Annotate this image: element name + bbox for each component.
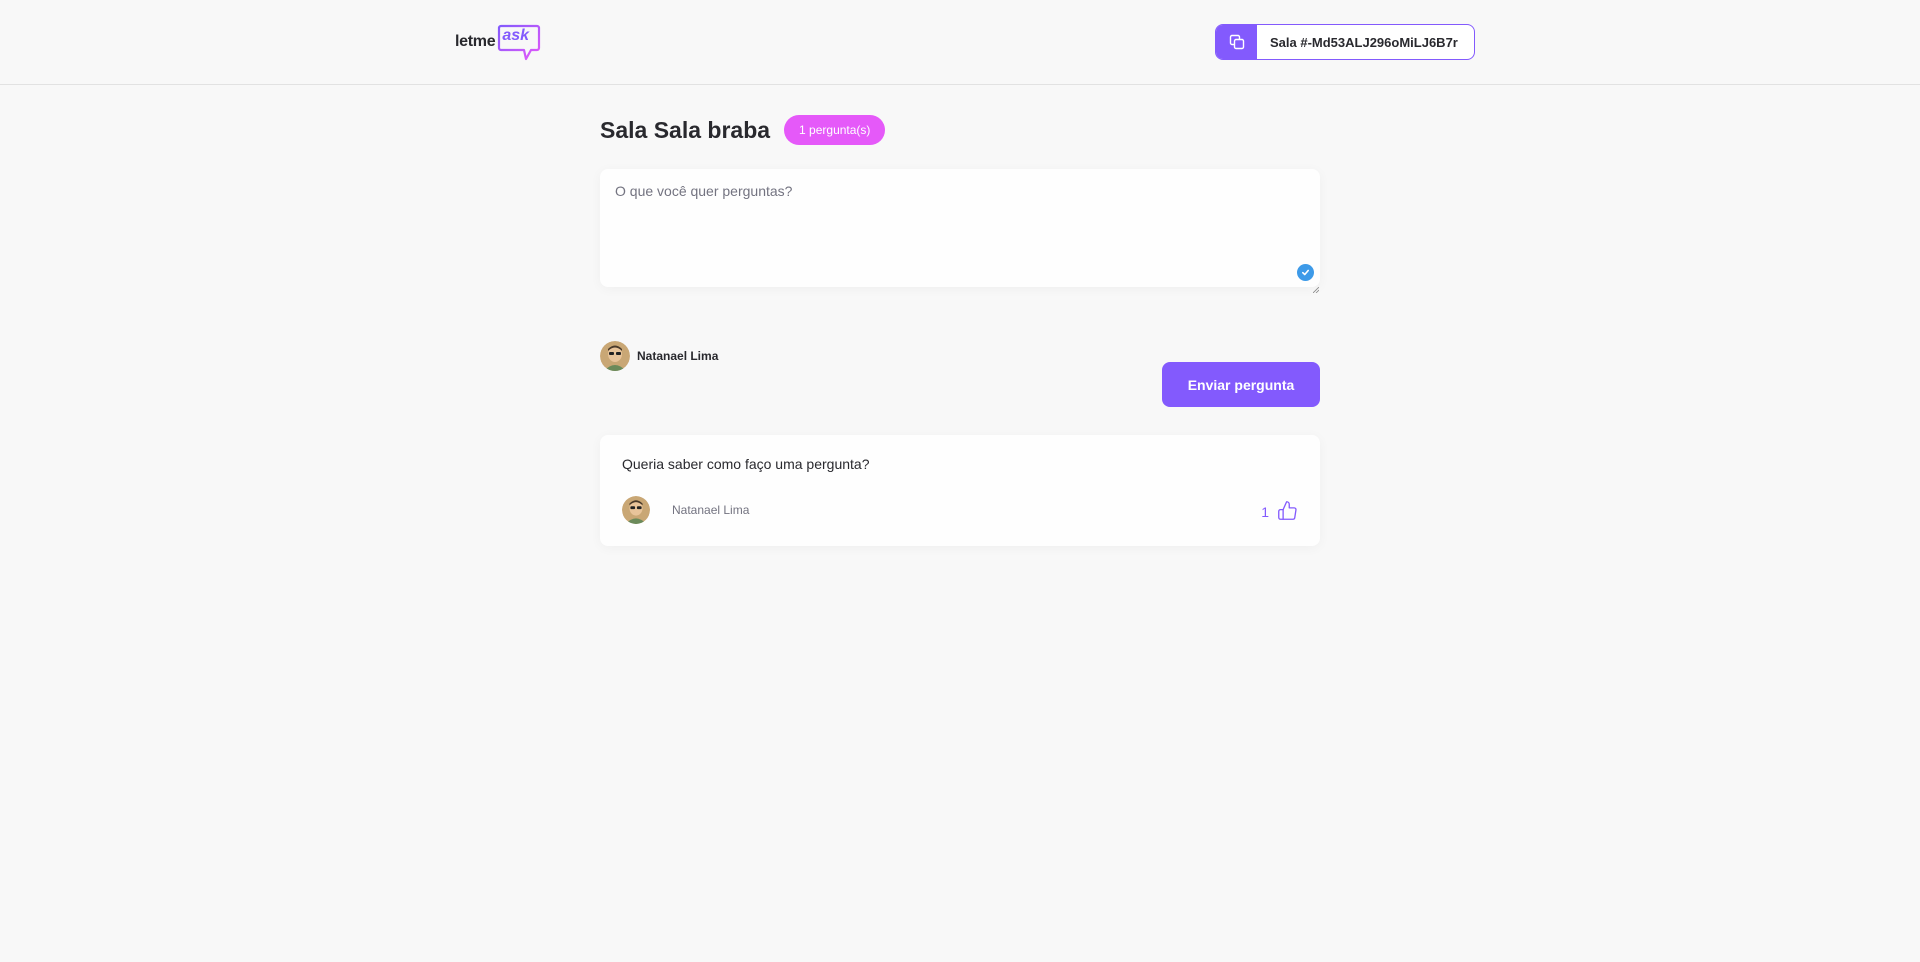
copy-room-code-button[interactable]: Sala #-Md53ALJ296oMiLJ6B7r — [1215, 24, 1475, 60]
copy-icon — [1216, 25, 1257, 59]
question-input[interactable] — [600, 169, 1320, 287]
like-button[interactable]: 1 — [1261, 500, 1298, 521]
avatar — [600, 341, 630, 371]
question-author-name: Natanael Lima — [672, 503, 750, 517]
question-author: Natanael Lima — [622, 496, 749, 524]
send-question-button[interactable]: Enviar pergunta — [1162, 362, 1320, 407]
current-user-name: Natanael Lima — [637, 349, 719, 363]
logo-text: letme — [455, 33, 496, 50]
thumbs-up-icon — [1278, 500, 1297, 520]
current-user-info: Natanael Lima — [600, 341, 718, 371]
question-card: Queria saber como faço uma pergunta? Nat… — [600, 435, 1320, 546]
question-list: Queria saber como faço uma pergunta? Nat… — [600, 435, 1320, 546]
page-header: letme ask Sala #-Md53ALJ296oMiLJ6B7r — [0, 0, 1920, 85]
question-input-wrapper — [600, 169, 1320, 294]
room-code-label: Sala #-Md53ALJ296oMiLJ6B7r — [1270, 34, 1458, 50]
question-content: Queria saber como faço uma pergunta? — [622, 456, 870, 472]
avatar — [622, 496, 650, 524]
check-circle-icon[interactable] — [1297, 264, 1314, 281]
letmeask-logo[interactable]: letme ask — [455, 22, 541, 62]
like-count: 1 — [1261, 503, 1269, 520]
page-title: Sala Sala braba — [600, 116, 771, 143]
question-count-badge: 1 pergunta(s) — [784, 115, 886, 145]
form-footer: Natanael Lima Enviar pergunta — [600, 341, 1320, 409]
question-footer: Natanael Lima 1 — [622, 495, 1298, 525]
room-title-bar: Sala Sala braba 1 pergunta(s) — [600, 113, 1320, 147]
question-form: Natanael Lima Enviar pergunta — [600, 169, 1320, 409]
logo-bubble-text: ask — [502, 27, 530, 44]
resize-handle-icon[interactable] — [1312, 280, 1320, 294]
room-content: Sala Sala braba 1 pergunta(s) O que você… — [600, 113, 1320, 546]
logo-bubble-icon: ask — [497, 23, 541, 61]
